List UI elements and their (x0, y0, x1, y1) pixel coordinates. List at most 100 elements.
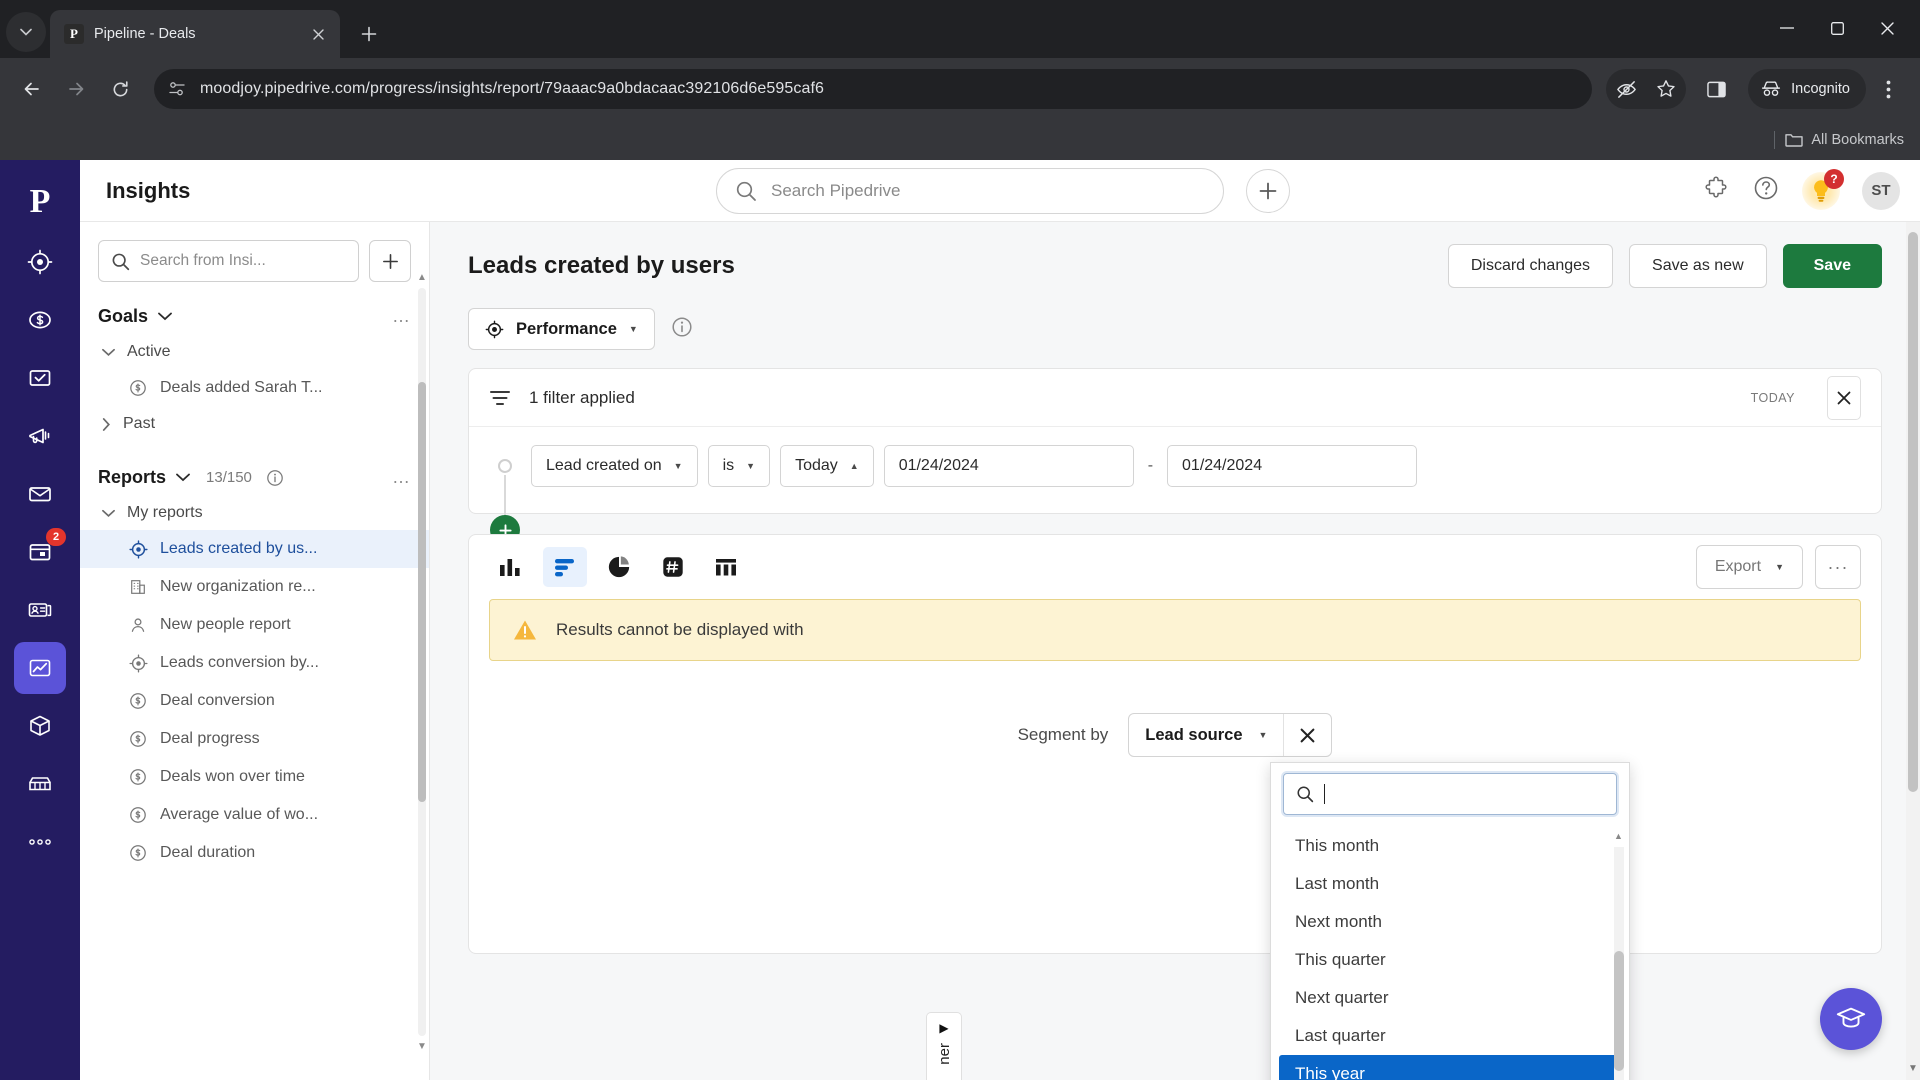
chevron-down-icon[interactable] (176, 473, 190, 482)
dropdown-option-this-year[interactable]: This year (1279, 1055, 1621, 1080)
expand-panel-tab[interactable]: ▶ ner (926, 1012, 962, 1080)
chevron-down-icon[interactable] (158, 312, 172, 321)
tab-search-button[interactable] (6, 12, 46, 52)
dropdown-option-last-quarter[interactable]: Last quarter (1279, 1017, 1621, 1055)
dropdown-option-next-month[interactable]: Next month (1279, 903, 1621, 941)
rail-item-more[interactable] (14, 816, 66, 868)
rail-item-deals[interactable] (14, 294, 66, 346)
incognito-indicator[interactable]: Incognito (1748, 69, 1866, 109)
filter-operator-label: is (722, 457, 735, 474)
view-type-select[interactable]: Performance ▼ (468, 308, 655, 350)
rail-item-marketplace[interactable] (14, 758, 66, 810)
dropdown-search-input[interactable] (1281, 771, 1619, 817)
search-input[interactable]: Search Pipedrive (716, 167, 1224, 214)
scroll-down-icon[interactable]: ▼ (1908, 1063, 1918, 1074)
scroll-down-icon[interactable]: ▼ (417, 1041, 427, 1052)
rail-item-calendar[interactable]: 2 (14, 526, 66, 578)
scroll-up-icon[interactable]: ▲ (1614, 831, 1623, 841)
sidebar-item-deals-won-over-time[interactable]: Deals won over time (80, 758, 429, 796)
close-icon[interactable] (306, 22, 330, 46)
browser-tab[interactable]: P Pipeline - Deals (50, 10, 340, 58)
rail-item-products[interactable] (14, 700, 66, 752)
minimize-button[interactable] (1762, 8, 1812, 48)
info-icon[interactable] (671, 316, 693, 343)
segment-select[interactable]: Lead source ▼ (1128, 713, 1333, 757)
pane-scrollbar[interactable]: ▼ (1906, 222, 1920, 1080)
rail-item-contacts[interactable] (14, 584, 66, 636)
sidebar-item-average-value-of-won[interactable]: Average value of wo... (80, 796, 429, 834)
chrome-menu-icon[interactable] (1868, 69, 1908, 109)
filter-operator-select[interactable]: is ▼ (707, 445, 771, 487)
scrollbar-thumb[interactable] (418, 382, 426, 802)
help-button[interactable] (1752, 174, 1780, 207)
sidebar-item-new-organization-report[interactable]: New organization re... (80, 568, 429, 606)
close-filter-button[interactable] (1827, 375, 1861, 420)
rail-item-campaigns[interactable] (14, 410, 66, 462)
filter-date-from-input[interactable]: 01/24/2024 (883, 445, 1134, 487)
rail-item-activities[interactable] (14, 352, 66, 404)
info-icon[interactable] (266, 469, 284, 487)
dropdown-scrollbar[interactable]: ▲ ▼ (1614, 831, 1624, 1080)
avatar[interactable]: ST (1862, 171, 1900, 210)
sidebar-search-input[interactable]: Search from Insi... (98, 240, 359, 282)
scroll-up-icon[interactable]: ▲ (417, 272, 427, 283)
table-icon[interactable] (705, 547, 749, 587)
column-chart-icon[interactable] (489, 547, 533, 587)
filter-field-select[interactable]: Lead created on ▼ (531, 445, 698, 487)
goals-more-button[interactable]: … (392, 306, 411, 327)
dropdown-option-this-month[interactable]: This month (1279, 827, 1621, 865)
sidebar-item-leads-conversion-by[interactable]: Leads conversion by... (80, 644, 429, 682)
sidebar-item-deal-conversion[interactable]: Deal conversion (80, 682, 429, 720)
dropdown-option-last-month[interactable]: Last month (1279, 865, 1621, 903)
export-button[interactable]: Export ▼ (1695, 545, 1803, 589)
discard-changes-button[interactable]: Discard changes (1447, 244, 1614, 288)
bookmark-star-icon[interactable] (1646, 69, 1686, 109)
scrollbar-thumb[interactable] (1908, 232, 1918, 792)
rail-item-mail[interactable] (14, 468, 66, 520)
new-tab-button[interactable] (352, 17, 386, 51)
forward-button[interactable] (56, 69, 96, 109)
save-as-new-button[interactable]: Save as new (1629, 244, 1767, 288)
close-window-button[interactable] (1862, 8, 1912, 48)
address-bar[interactable]: moodjoy.pipedrive.com/progress/insights/… (154, 69, 1593, 109)
dropdown-option-next-quarter[interactable]: Next quarter (1279, 979, 1621, 1017)
whats-new-button[interactable]: ? (1802, 168, 1844, 210)
bar-chart-icon[interactable] (543, 547, 587, 587)
remove-segment-button[interactable] (1283, 714, 1331, 756)
sidebar-item-leads-created-by-users[interactable]: Leads created by us... (80, 530, 429, 568)
all-bookmarks-button[interactable]: All Bookmarks (1785, 132, 1904, 148)
goals-group-active[interactable]: Active (80, 335, 429, 369)
pie-chart-icon[interactable] (597, 547, 641, 587)
maximize-button[interactable] (1812, 8, 1862, 48)
tracking-protection-icon[interactable] (1606, 69, 1646, 109)
sidebar-add-button[interactable] (369, 240, 411, 282)
filter-period-select[interactable]: Today ▲ (780, 445, 874, 487)
save-button[interactable]: Save (1782, 244, 1882, 288)
goals-group-past[interactable]: Past (80, 407, 429, 441)
filter-date-to-input[interactable]: 01/24/2024 (1167, 445, 1418, 487)
goals-section-header[interactable]: Goals … (80, 292, 429, 335)
apps-button[interactable] (1704, 175, 1730, 206)
reports-section-header[interactable]: Reports 13/150 … (80, 441, 429, 496)
deal-icon (128, 843, 148, 863)
chevron-down-icon: ▼ (746, 461, 756, 471)
reports-group-my-reports[interactable]: My reports (80, 496, 429, 530)
rail-item-leads[interactable] (14, 236, 66, 288)
chart-more-button[interactable]: ··· (1815, 545, 1861, 589)
goal-item-deals-added[interactable]: Deals added Sarah T... (80, 369, 429, 407)
back-button[interactable] (12, 69, 52, 109)
sidebar-item-deal-progress[interactable]: Deal progress (80, 720, 429, 758)
segment-value-wrap[interactable]: Lead source ▼ (1129, 726, 1283, 745)
reload-button[interactable] (100, 69, 140, 109)
academy-button[interactable] (1820, 988, 1882, 1050)
scrollbar-thumb[interactable] (1614, 951, 1624, 1071)
side-panel-icon[interactable] (1696, 69, 1736, 109)
dropdown-option-this-quarter[interactable]: This quarter (1279, 941, 1621, 979)
reports-more-button[interactable]: … (392, 467, 411, 488)
sidebar-item-deal-duration[interactable]: Deal duration (80, 834, 429, 872)
scorecard-icon[interactable] (651, 547, 695, 587)
sidebar-scrollbar[interactable]: ▲ ▼ (417, 272, 427, 1052)
rail-item-insights[interactable] (14, 642, 66, 694)
sidebar-item-new-people-report[interactable]: New people report (80, 606, 429, 644)
add-button[interactable] (1246, 168, 1290, 213)
